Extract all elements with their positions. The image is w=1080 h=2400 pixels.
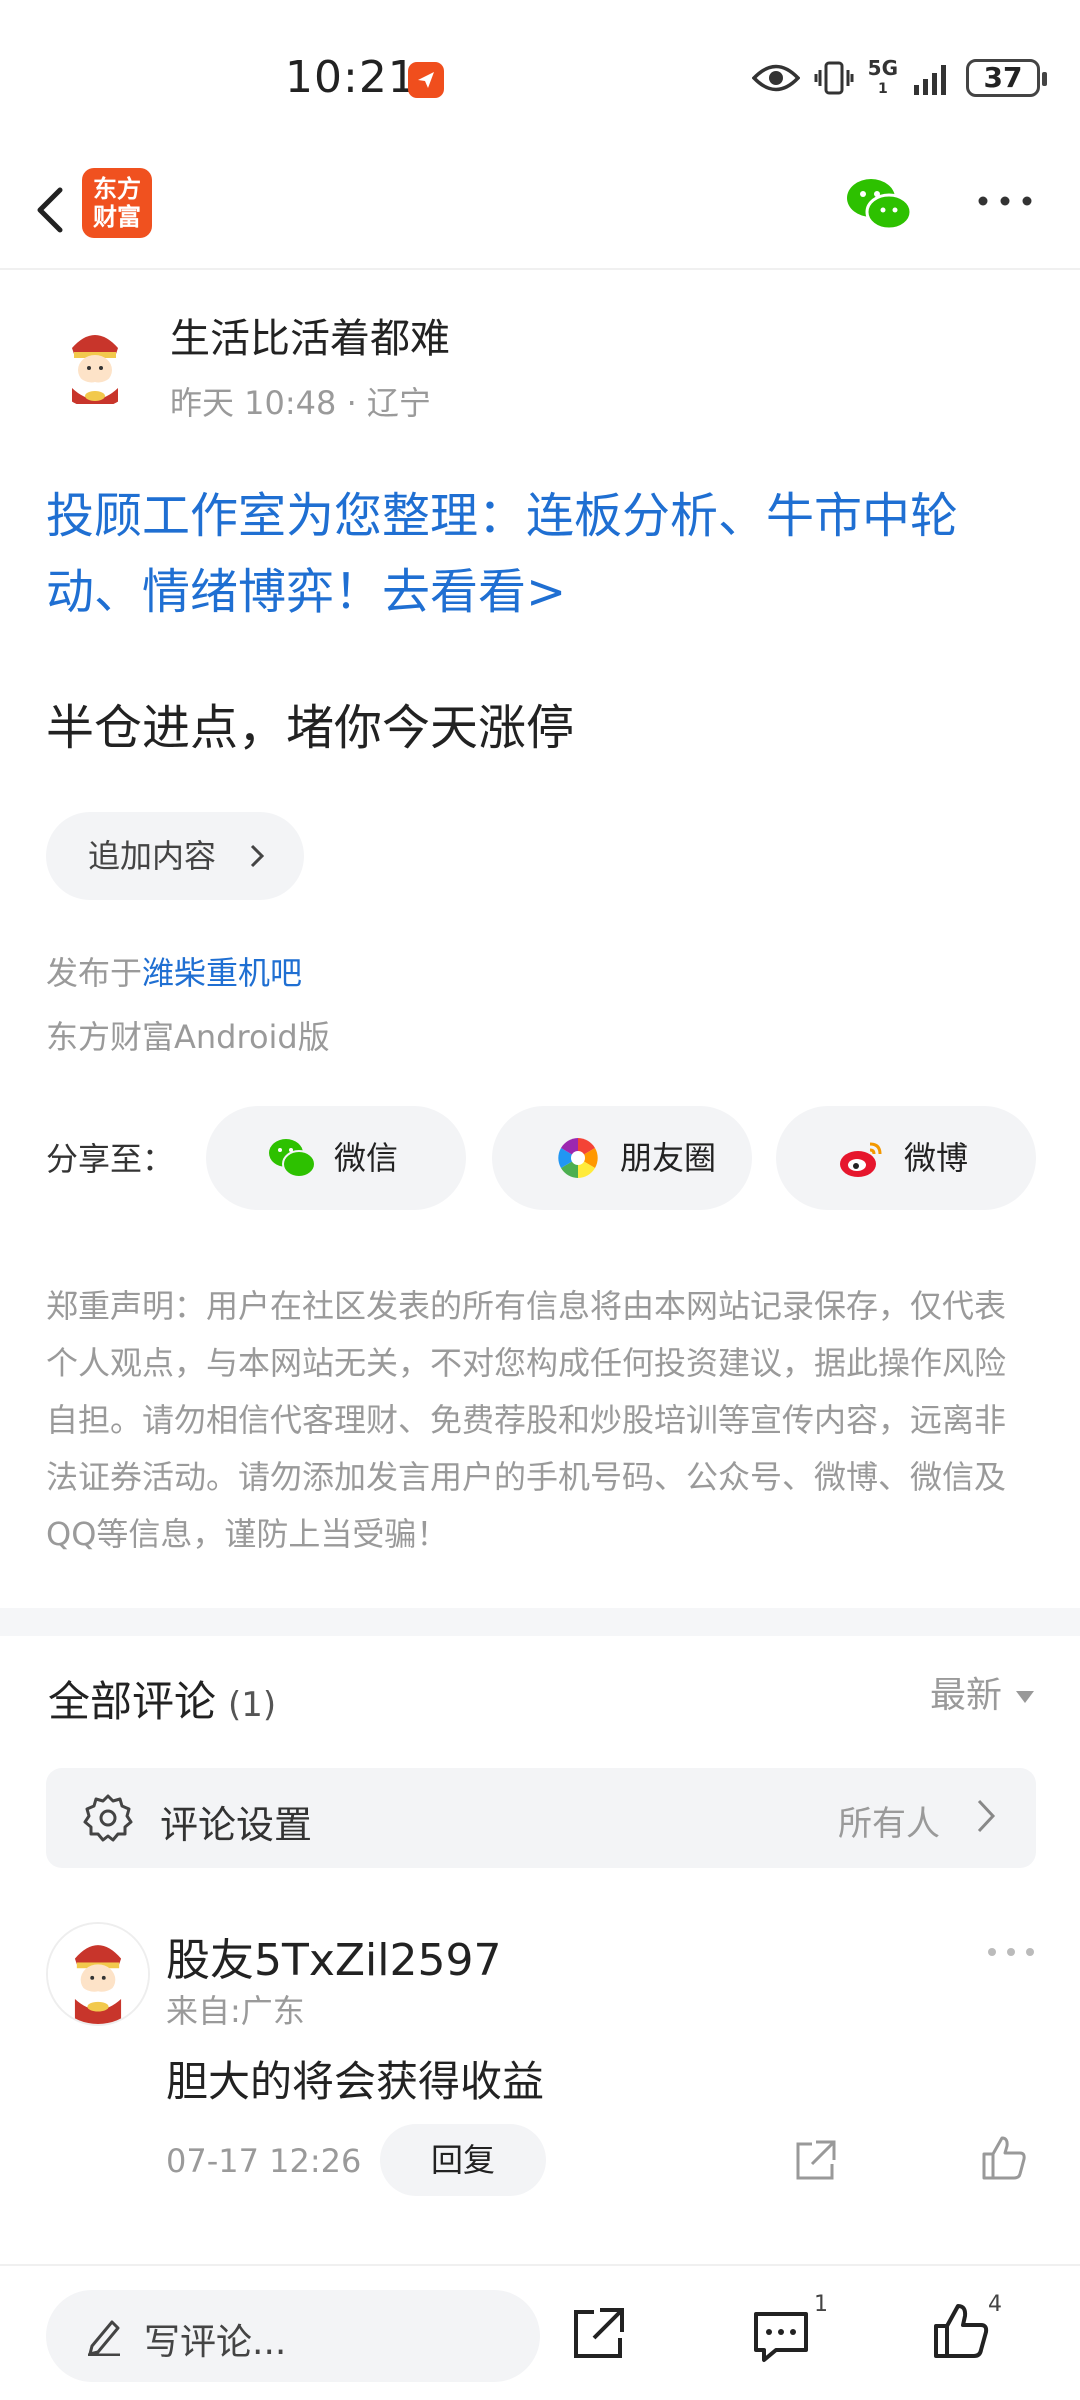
share-moments-button[interactable]: 朋友圈 bbox=[492, 1106, 752, 1210]
client-source: 东方财富Android版 bbox=[46, 1018, 330, 1056]
vibrate-icon bbox=[814, 61, 854, 95]
gear-icon bbox=[83, 1794, 133, 1842]
notification-app-icon bbox=[408, 62, 444, 98]
app-logo[interactable]: 东方 财富 bbox=[82, 168, 152, 238]
comment-settings-row[interactable]: 评论设置 所有人 bbox=[46, 1768, 1036, 1868]
signal-icon bbox=[914, 65, 946, 95]
eye-icon bbox=[751, 64, 800, 92]
post-meta: 昨天 10:48 · 辽宁 bbox=[170, 384, 431, 422]
comment-more-icon[interactable] bbox=[986, 1944, 1036, 1960]
share-icon[interactable] bbox=[792, 2138, 838, 2184]
comment-settings-value: 所有人 bbox=[838, 1804, 940, 1844]
comments-count: (1) bbox=[228, 1685, 277, 1725]
forum-link[interactable]: 潍柴重机吧 bbox=[142, 954, 302, 992]
comments-title: 全部评论 (1) bbox=[48, 1677, 277, 1726]
thumbs-up-icon[interactable] bbox=[932, 2302, 990, 2360]
network-type: 5G 1 bbox=[867, 55, 898, 97]
disclaimer-text: 郑重声明：用户在社区发表的所有信息将由本网站记录保存，仅代表个人观点，与本网站无… bbox=[46, 1287, 1007, 1553]
share-wechat-button[interactable]: 微信 bbox=[206, 1106, 466, 1210]
published-in: 发布于潍柴重机吧 bbox=[46, 954, 303, 992]
battery-icon: 37 bbox=[966, 59, 1047, 97]
status-time: 10:21 bbox=[285, 52, 417, 103]
chevron-right-icon bbox=[250, 844, 264, 868]
share-icon[interactable] bbox=[570, 2306, 626, 2362]
comment-count-badge: 1 bbox=[814, 2292, 828, 2317]
commenter-avatar[interactable] bbox=[46, 1922, 150, 2026]
comment-text: 胆大的将会获得收益 bbox=[166, 2057, 545, 2106]
chevron-right-icon bbox=[977, 1799, 996, 1833]
comment-icon[interactable] bbox=[752, 2310, 810, 2364]
write-comment-input[interactable]: 写评论... bbox=[46, 2290, 540, 2382]
thumbs-up-icon[interactable] bbox=[980, 2134, 1028, 2182]
pen-icon bbox=[88, 2320, 120, 2356]
caret-down-icon bbox=[1016, 1691, 1034, 1703]
comment-settings-label: 评论设置 bbox=[160, 1803, 313, 1847]
like-count-badge: 4 bbox=[988, 2292, 1002, 2317]
author-avatar[interactable] bbox=[50, 318, 140, 408]
post-content: 半仓进点，堵你今天涨停 bbox=[46, 700, 575, 756]
commenter-name[interactable]: 股友5TxZil2597 bbox=[166, 1924, 501, 1988]
status-icons: 5G 1 37 bbox=[751, 55, 1047, 100]
sort-dropdown[interactable]: 最新 bbox=[930, 1666, 1034, 1718]
add-content-button[interactable]: 追加内容 bbox=[46, 812, 304, 900]
wechat-icon bbox=[269, 1139, 316, 1178]
status-bar: 10:21 5G 1 37 bbox=[0, 0, 1080, 150]
bottom-bar: 写评论... 1 4 bbox=[0, 2264, 1080, 2400]
section-divider bbox=[0, 1608, 1080, 1636]
top-nav: 东方 财富 bbox=[0, 150, 1080, 270]
share-label: 分享至： bbox=[46, 1140, 175, 1178]
more-options-icon[interactable] bbox=[975, 186, 1035, 216]
reply-button[interactable]: 回复 bbox=[380, 2124, 546, 2196]
weibo-icon bbox=[840, 1142, 882, 1177]
back-arrow-icon[interactable] bbox=[22, 170, 82, 250]
share-weibo-button[interactable]: 微博 bbox=[776, 1106, 1036, 1210]
promo-link[interactable]: 投顾工作室为您整理：连板分析、牛市中轮动、情绪博弈！去看看> bbox=[46, 478, 1046, 630]
author-name[interactable]: 生活比活着都难 bbox=[170, 306, 450, 364]
wechat-share-icon[interactable] bbox=[845, 174, 913, 234]
moments-icon bbox=[558, 1138, 598, 1178]
comment-time: 07-17 12:26 bbox=[166, 2142, 362, 2180]
commenter-location: 来自:广东 bbox=[166, 1992, 305, 2030]
